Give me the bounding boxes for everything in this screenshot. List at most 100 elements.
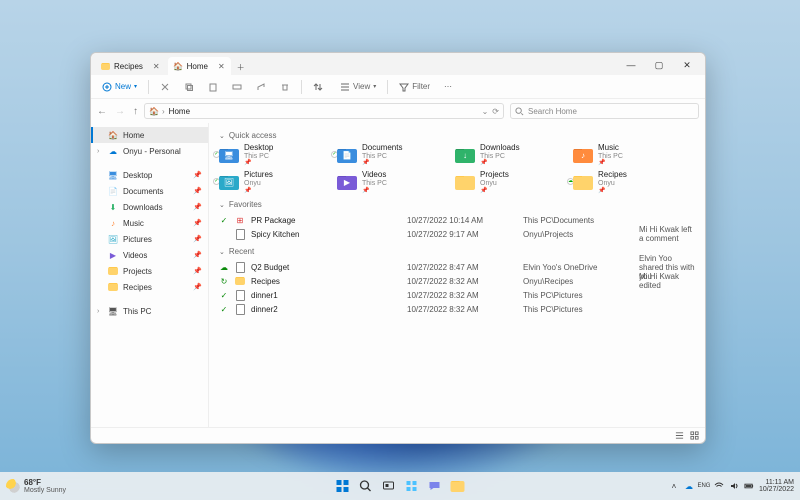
weather-widget[interactable]: 68°F Mostly Sunny — [6, 479, 66, 494]
taskbar-clock[interactable]: 11:11 AM 10/27/2022 — [759, 479, 794, 493]
quick-access-item[interactable]: ♪MusicThis PC📌 — [573, 144, 673, 167]
share-button[interactable] — [251, 80, 271, 94]
sidebar-item-label: Videos — [123, 251, 147, 260]
chevron-down-icon[interactable]: ⌄ — [482, 107, 489, 116]
rename-button[interactable] — [227, 80, 247, 94]
back-button[interactable]: ← — [97, 106, 107, 117]
quick-access-item[interactable]: ✓🖥DesktopThis PC📌 — [219, 144, 319, 167]
view-button[interactable]: View▾ — [335, 80, 381, 94]
up-button[interactable]: ↑ — [133, 106, 138, 117]
sort-button[interactable] — [308, 80, 331, 94]
battery-tray-icon[interactable] — [744, 481, 754, 491]
pin-icon: 📌 — [193, 187, 202, 195]
sidebar-item-music[interactable]: ♪Music📌 — [91, 215, 208, 231]
sidebar-item-home[interactable]: 🏠 Home — [91, 127, 208, 143]
new-tab-button[interactable]: ＋ — [233, 59, 249, 75]
chevron-right-icon[interactable]: › — [97, 148, 103, 155]
refresh-button[interactable]: ⟳ — [492, 107, 499, 116]
tab-home[interactable]: 🏠 Home ✕ — [168, 57, 231, 75]
chevron-right-icon: › — [162, 107, 165, 116]
language-tray-icon[interactable]: ENG — [699, 481, 709, 491]
list-item[interactable]: ✓dinner110/27/2022 8:32 AMThis PC\Pictur… — [219, 288, 695, 302]
section-favorites[interactable]: ⌄Favorites — [219, 200, 695, 209]
close-window-button[interactable]: ✕ — [673, 55, 701, 75]
item-location: Onyu — [598, 180, 627, 188]
cut-button[interactable] — [155, 80, 175, 94]
search-button[interactable] — [357, 477, 375, 495]
volume-tray-icon[interactable] — [729, 481, 739, 491]
close-tab-icon[interactable]: ✕ — [153, 62, 160, 71]
sidebar-item-documents[interactable]: 📄 Documents 📌 — [91, 183, 208, 199]
item-name: Documents — [362, 144, 402, 153]
sidebar-item-thispc[interactable]: ›🖥This PC — [91, 303, 208, 319]
quick-access-item[interactable]: ✓📄DocumentsThis PC📌 — [337, 144, 437, 167]
sidebar-item-desktop[interactable]: 🖥Desktop📌 — [91, 167, 208, 183]
quick-access-item[interactable]: ✓🖼PicturesOnyu📌 — [219, 171, 319, 194]
tab-recipes[interactable]: Recipes ✕ — [95, 57, 166, 75]
list-item[interactable]: Spicy Kitchen10/27/2022 9:17 AMOnyu\Proj… — [219, 227, 695, 241]
section-quick-access[interactable]: ⌄Quick access — [219, 131, 695, 140]
section-recent[interactable]: ⌄Recent — [219, 247, 695, 256]
pin-icon: 📌 — [598, 188, 627, 195]
wifi-tray-icon[interactable] — [714, 481, 724, 491]
taskbar-center — [334, 477, 467, 495]
folder-icon: ♪ — [573, 148, 593, 164]
list-item[interactable]: ☁Q2 Budget10/27/2022 8:47 AMElvin Yoo's … — [219, 260, 695, 274]
folder-icon — [235, 277, 245, 285]
start-button[interactable] — [334, 477, 352, 495]
new-button[interactable]: New ▾ — [97, 80, 142, 94]
quick-access-item[interactable]: ProjectsOnyu📌 — [455, 171, 555, 194]
item-location: This PC — [362, 180, 387, 188]
quick-access-item[interactable]: ☁RecipesOnyu📌 — [573, 171, 673, 194]
widgets-button[interactable] — [403, 477, 421, 495]
quick-access-item[interactable]: ↓DownloadsThis PC📌 — [455, 144, 555, 167]
sidebar-item-label: Desktop — [123, 171, 152, 180]
item-location: Onyu — [480, 180, 509, 188]
status-icon: ☁ — [219, 263, 229, 272]
chevron-right-icon[interactable]: › — [97, 308, 103, 315]
more-button[interactable]: ⋯ — [439, 80, 457, 93]
thumbnails-view-icon[interactable] — [690, 431, 699, 440]
item-date: 10/27/2022 8:32 AM — [407, 305, 517, 314]
copy-button[interactable] — [179, 80, 199, 94]
sidebar-item-downloads[interactable]: ⬇Downloads📌 — [91, 199, 208, 215]
chevron-down-icon: ▾ — [373, 83, 376, 90]
task-view-button[interactable] — [380, 477, 398, 495]
address-bar[interactable]: 🏠 › Home ⌄⟳ — [144, 103, 504, 119]
details-view-icon[interactable] — [675, 431, 684, 440]
list-item[interactable]: ↻Recipes10/27/2022 8:32 AMOnyu\RecipesMi… — [219, 274, 695, 288]
documents-icon: 📄 — [108, 186, 118, 196]
home-icon: 🏠 — [149, 107, 158, 116]
home-icon: 🏠 — [174, 62, 183, 71]
img-icon — [235, 304, 245, 315]
explorer-button[interactable] — [449, 477, 467, 495]
item-location: This PC\Pictures — [523, 305, 633, 314]
sidebar-item-onedrive[interactable]: › ☁ Onyu - Personal — [91, 143, 208, 159]
close-tab-icon[interactable]: ✕ — [218, 62, 225, 71]
quick-access-item[interactable]: ▶VideosThis PC📌 — [337, 171, 437, 194]
list-item[interactable]: ✓⊞PR Package10/27/2022 10:14 AMThis PC\D… — [219, 213, 695, 227]
sidebar-item-label: Documents — [123, 187, 163, 196]
status-icon: ✓ — [219, 305, 229, 314]
chat-button[interactable] — [426, 477, 444, 495]
delete-button[interactable] — [275, 80, 295, 94]
minimize-button[interactable]: ― — [617, 55, 645, 75]
sort-icon — [313, 82, 323, 92]
onedrive-tray-icon[interactable]: ☁ — [684, 481, 694, 491]
status-icon: ✓ — [219, 216, 229, 225]
forward-button[interactable]: → — [115, 106, 125, 117]
list-item[interactable]: ✓dinner210/27/2022 8:32 AMThis PC\Pictur… — [219, 302, 695, 316]
search-input[interactable]: Search Home — [510, 103, 699, 119]
folder-icon — [108, 266, 118, 276]
filter-button[interactable]: Filter — [394, 80, 435, 94]
paste-button[interactable] — [203, 80, 223, 94]
maximize-button[interactable]: ▢ — [645, 55, 673, 75]
sidebar-item-recipes[interactable]: Recipes📌 — [91, 279, 208, 295]
breadcrumb[interactable]: Home — [169, 107, 190, 116]
taskbar: 68°F Mostly Sunny ˄ ☁ ENG 11:11 AM 10/27… — [0, 472, 800, 500]
sidebar-item-projects[interactable]: Projects📌 — [91, 263, 208, 279]
tray-chevron-icon[interactable]: ˄ — [669, 481, 679, 491]
sidebar-item-videos[interactable]: ▶Videos📌 — [91, 247, 208, 263]
search-placeholder: Search Home — [528, 107, 577, 116]
sidebar-item-pictures[interactable]: 🖼Pictures📌 — [91, 231, 208, 247]
